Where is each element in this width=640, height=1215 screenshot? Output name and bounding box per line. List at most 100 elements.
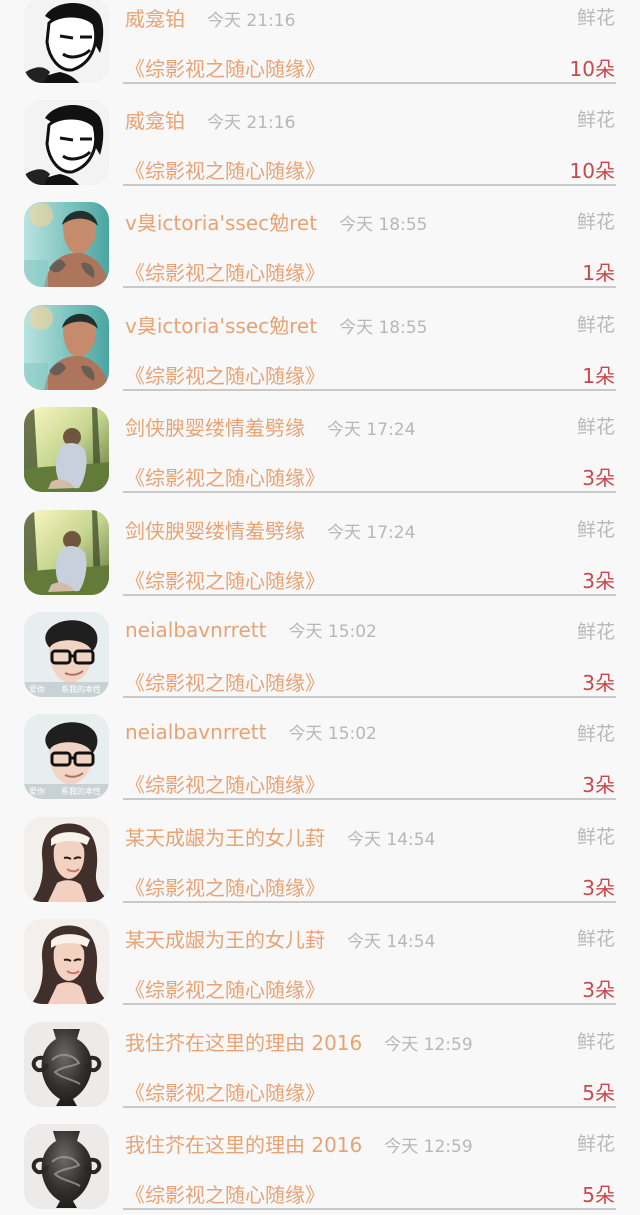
gift-record-row[interactable]: 剑侠腴婴缕情羞劈缘 今天 17:24 鲜花 《综影视之随心随缘》 3朵 [0,407,640,509]
svg-text:爱你: 爱你 [29,786,45,796]
user-name[interactable]: v臭ictoria'ssec勉ret 今天 18:55 [125,207,427,236]
user-name-text[interactable]: 某天成龈为王的女儿葑 [125,928,325,952]
gift-time: 今天 14:54 [347,830,436,850]
gift-record-row[interactable]: 威龛铂 今天 21:16 鲜花 《综影视之随心随缘》 10朵 [0,100,640,202]
gift-type: 鲜花 [576,1133,615,1155]
user-name-text[interactable]: v臭ictoria'ssec勉ret [125,211,317,235]
gift-record-row[interactable]: 爱你 系我的本性 neialbavnrrett 今天 15:02 鲜花 《综影视之… [0,714,640,816]
gift-amount: 3朵 [582,466,615,490]
gift-record-row[interactable]: 某天成龈为王的女儿葑 今天 14:54 鲜花 《综影视之随心随缘》 3朵 [0,817,640,919]
gift-record-row[interactable]: 威龛铂 今天 21:16 鲜花 《综影视之随心随缘》 10朵 [0,0,640,100]
gift-time: 今天 15:02 [288,724,377,744]
gift-record-list: 威龛铂 今天 21:16 鲜花 《综影视之随心随缘》 10朵 威龛铂 今天 21:1… [0,0,640,1215]
user-avatar[interactable] [24,407,109,492]
user-name[interactable]: 剑侠腴婴缕情羞劈缘 今天 17:24 [125,515,415,544]
row-divider [123,1208,616,1210]
user-avatar[interactable] [24,510,109,595]
row-divider [123,389,616,391]
gift-type: 鲜花 [576,314,615,336]
row-divider [123,798,616,800]
gift-amount: 5朵 [582,1183,615,1207]
user-avatar[interactable]: 爱你 系我的本性 [24,612,109,697]
gift-type: 鲜花 [576,416,615,438]
gift-amount: 3朵 [582,773,615,797]
gift-time: 今天 17:24 [327,420,416,440]
gift-amount: 3朵 [582,978,615,1002]
row-divider [123,696,616,698]
gift-record-row[interactable]: 某天成龈为王的女儿葑 今天 14:54 鲜花 《综影视之随心随缘》 3朵 [0,919,640,1021]
book-title[interactable]: 《综影视之随心随缘》 [125,1179,325,1208]
svg-text:爱你: 爱你 [29,684,45,694]
gift-type: 鲜花 [576,211,615,233]
user-name-text[interactable]: 威龛铂 [125,7,185,31]
gift-type: 鲜花 [576,723,615,745]
user-name-text[interactable]: 我住芥在这里的理由 2016 [125,1031,362,1055]
user-avatar[interactable] [24,1022,109,1107]
gift-record-row[interactable]: 剑侠腴婴缕情羞劈缘 今天 17:24 鲜花 《综影视之随心随缘》 3朵 [0,510,640,612]
user-name-text[interactable]: 剑侠腴婴缕情羞劈缘 [125,416,305,440]
gift-time: 今天 15:02 [288,622,377,642]
user-name[interactable]: v臭ictoria'ssec勉ret 今天 18:55 [125,310,427,339]
gift-amount: 3朵 [582,671,615,695]
user-name[interactable]: 我住芥在这里的理由 2016 今天 12:59 [125,1129,473,1158]
row-divider [123,901,616,903]
book-title[interactable]: 《综影视之随心随缘》 [125,360,325,389]
user-name-text[interactable]: 剑侠腴婴缕情羞劈缘 [125,519,305,543]
gift-type: 鲜花 [576,1031,615,1053]
row-divider [123,491,616,493]
row-divider [123,1003,616,1005]
svg-text:系我的本性: 系我的本性 [61,786,101,796]
book-title[interactable]: 《综影视之随心随缘》 [125,974,325,1003]
book-title[interactable]: 《综影视之随心随缘》 [125,257,325,286]
user-avatar[interactable] [24,0,109,83]
user-avatar[interactable] [24,305,109,390]
book-title[interactable]: 《综影视之随心随缘》 [125,53,325,82]
user-name-text[interactable]: v臭ictoria'ssec勉ret [125,314,317,338]
user-name-text[interactable]: neialbavnrrett [125,618,266,642]
user-avatar[interactable] [24,1124,109,1209]
user-avatar[interactable] [24,100,109,185]
user-name[interactable]: neialbavnrrett 今天 15:02 [125,617,377,642]
user-name[interactable]: 威龛铂 今天 21:16 [125,105,295,134]
gift-time: 今天 14:54 [347,932,436,952]
user-name-text[interactable]: neialbavnrrett [125,720,266,744]
book-title[interactable]: 《综影视之随心随缘》 [125,565,325,594]
user-name[interactable]: 威龛铂 今天 21:16 [125,3,295,32]
book-title[interactable]: 《综影视之随心随缘》 [125,462,325,491]
row-divider [123,286,616,288]
user-name-text[interactable]: 我住芥在这里的理由 2016 [125,1133,362,1157]
user-name-text[interactable]: 威龛铂 [125,109,185,133]
user-name-text[interactable]: 某天成龈为王的女儿葑 [125,826,325,850]
gift-record-row[interactable]: 爱你 系我的本性 neialbavnrrett 今天 15:02 鲜花 《综影视之… [0,612,640,714]
user-name[interactable]: 某天成龈为王的女儿葑 今天 14:54 [125,924,435,953]
book-title[interactable]: 《综影视之随心随缘》 [125,769,325,798]
gift-record-row[interactable]: 我住芥在这里的理由 2016 今天 12:59 鲜花 《综影视之随心随缘》 5朵 [0,1124,640,1215]
user-avatar[interactable]: 爱你 系我的本性 [24,714,109,799]
gift-time: 今天 18:55 [339,318,428,338]
row-divider [123,1106,616,1108]
gift-type: 鲜花 [576,928,615,950]
gift-time: 今天 12:59 [384,1137,473,1157]
user-name[interactable]: 某天成龈为王的女儿葑 今天 14:54 [125,822,435,851]
gift-type: 鲜花 [576,519,615,541]
user-name[interactable]: 我住芥在这里的理由 2016 今天 12:59 [125,1027,473,1056]
svg-text:系我的本性: 系我的本性 [61,684,101,694]
gift-record-row[interactable]: 我住芥在这里的理由 2016 今天 12:59 鲜花 《综影视之随心随缘》 5朵 [0,1022,640,1124]
gift-record-row[interactable]: v臭ictoria'ssec勉ret 今天 18:55 鲜花 《综影视之随心随缘》… [0,305,640,407]
user-name[interactable]: 剑侠腴婴缕情羞劈缘 今天 17:24 [125,412,415,441]
book-title[interactable]: 《综影视之随心随缘》 [125,1077,325,1106]
user-avatar[interactable] [24,202,109,287]
row-divider [123,82,616,84]
gift-record-row[interactable]: v臭ictoria'ssec勉ret 今天 18:55 鲜花 《综影视之随心随缘》… [0,202,640,304]
gift-amount: 1朵 [582,364,615,388]
user-name[interactable]: neialbavnrrett 今天 15:02 [125,719,377,744]
gift-type: 鲜花 [576,621,615,643]
gift-type: 鲜花 [576,826,615,848]
book-title[interactable]: 《综影视之随心随缘》 [125,155,325,184]
user-avatar[interactable] [24,817,109,902]
gift-amount: 3朵 [582,876,615,900]
book-title[interactable]: 《综影视之随心随缘》 [125,667,325,696]
gift-time: 今天 21:16 [207,11,296,31]
user-avatar[interactable] [24,919,109,1004]
book-title[interactable]: 《综影视之随心随缘》 [125,872,325,901]
